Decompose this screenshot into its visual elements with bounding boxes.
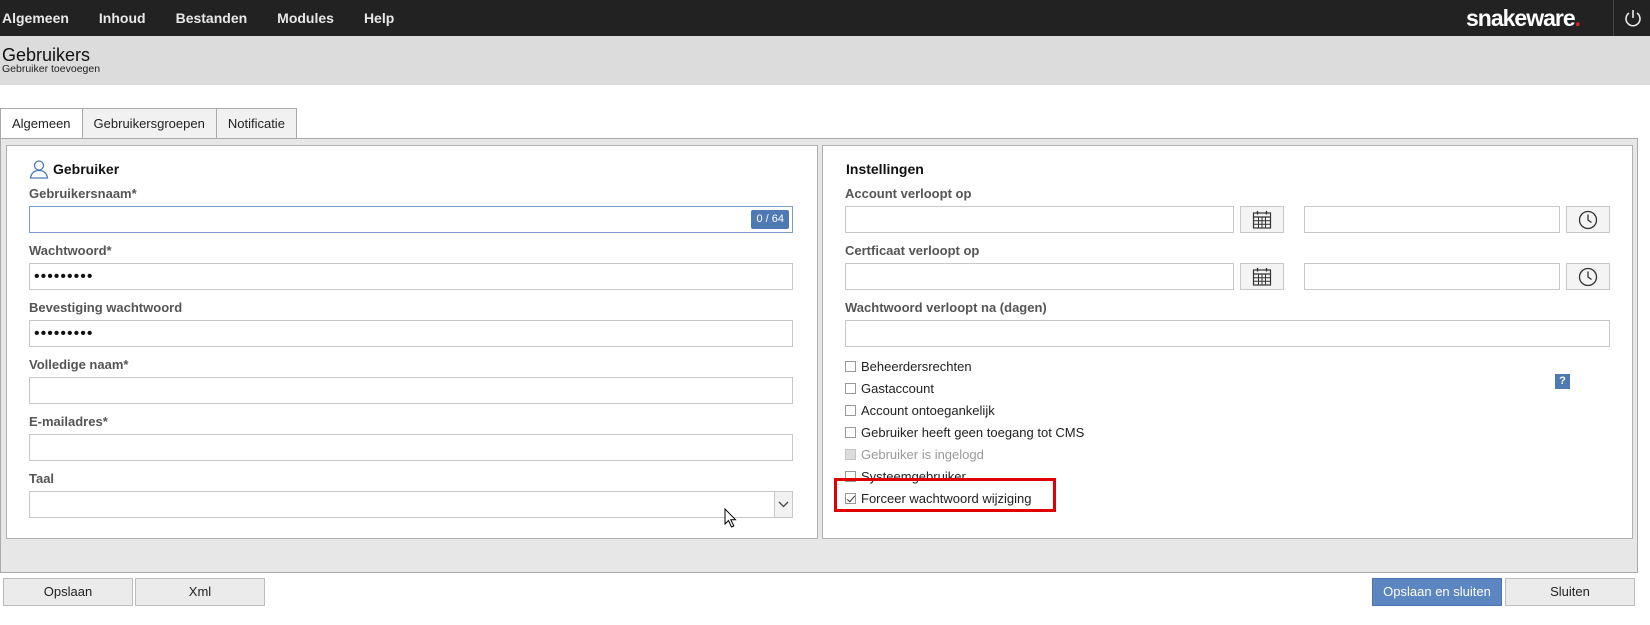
checkbox-row-ingelogd: Gebruiker is ingelogd (845, 445, 984, 463)
power-icon (1625, 10, 1641, 27)
save-button[interactable]: Opslaan (3, 578, 133, 606)
logo-text: snakeware (1466, 5, 1576, 31)
close-button[interactable]: Sluiten (1505, 578, 1635, 606)
power-button[interactable] (1613, 0, 1650, 36)
menu-item-inhoud[interactable]: Inhoud (84, 0, 161, 36)
checkbox-gastaccount[interactable] (845, 382, 856, 394)
language-label: Taal (29, 471, 55, 486)
email-field[interactable] (29, 434, 793, 461)
confirm-password-label: Bevestiging wachtwoord (29, 300, 183, 315)
username-label: Gebruikersnaam* (29, 186, 137, 201)
calendar-icon (1252, 268, 1272, 286)
user-panel-title: Gebruiker (53, 161, 120, 177)
mouse-cursor-icon (724, 508, 737, 528)
account-expires-date-button[interactable] (1240, 206, 1284, 233)
checkbox-label: Beheerdersrechten (861, 358, 972, 374)
password-expires-days-field[interactable] (845, 320, 1610, 347)
username-char-counter: 0 / 64 (751, 210, 789, 229)
clock-icon (1578, 267, 1598, 287)
menu-item-modules[interactable]: Modules (262, 0, 349, 36)
email-label: E-mailadres* (29, 414, 108, 429)
fullname-field[interactable] (29, 377, 793, 404)
password-field[interactable]: ••••••••• (29, 263, 793, 290)
password-label: Wachtwoord* (29, 243, 112, 258)
certificate-expires-time-button[interactable] (1566, 263, 1610, 290)
fullname-label: Volledige naam* (29, 357, 129, 372)
checkbox-row-geen-toegang-cms[interactable]: Gebruiker heeft geen toegang tot CMS (845, 423, 1084, 441)
menu-item-bestanden[interactable]: Bestanden (161, 0, 263, 36)
settings-panel-title: Instellingen (846, 161, 924, 177)
menu-item-algemeen[interactable]: Algemeen (0, 0, 84, 36)
main-menu: Algemeen Inhoud Bestanden Modules Help (0, 0, 409, 36)
menu-item-help[interactable]: Help (349, 0, 409, 36)
tab-gebruikersgroepen[interactable]: Gebruikersgroepen (81, 108, 217, 139)
tab-notificatie[interactable]: Notificatie (215, 108, 297, 139)
language-select[interactable] (29, 491, 793, 518)
checkbox-row-gastaccount[interactable]: Gastaccount (845, 379, 934, 397)
username-field[interactable]: 0 / 64 (29, 206, 793, 233)
checkbox-row-account-ontoegankelijk[interactable]: Account ontoegankelijk (845, 401, 995, 419)
user-panel: Gebruiker Gebruikersnaam* 0 / 64 Wachtwo… (6, 145, 818, 539)
top-navigation-bar: Algemeen Inhoud Bestanden Modules Help s… (0, 0, 1650, 36)
checkbox-label: Gastaccount (861, 380, 934, 396)
settings-panel: Instellingen Account verloopt op Certfic… (822, 145, 1633, 539)
certificate-expires-date-field[interactable] (845, 263, 1234, 290)
certificate-expires-label: Certficaat verloopt op (845, 243, 980, 258)
certificate-expires-date-button[interactable] (1240, 263, 1284, 290)
chevron-down-icon (778, 501, 789, 508)
checkbox-account-ontoegankelijk[interactable] (845, 404, 856, 416)
confirm-password-value: ••••••••• (34, 325, 94, 342)
password-expires-label: Wachtwoord verloopt na (dagen) (845, 300, 1047, 315)
certificate-expires-time-field[interactable] (1304, 263, 1560, 290)
tab-panel: Gebruiker Gebruikersnaam* 0 / 64 Wachtwo… (0, 138, 1638, 573)
xml-button[interactable]: Xml (135, 578, 265, 606)
account-expires-time-field[interactable] (1304, 206, 1560, 233)
checkbox-label: Account ontoegankelijk (861, 402, 995, 418)
snakeware-logo: snakeware. (1466, 5, 1581, 31)
account-expires-label: Account verloopt op (845, 186, 972, 201)
logo-dot: . (1574, 5, 1581, 31)
page-subtitle: Gebruiker toevoegen (2, 63, 101, 75)
password-value: ••••••••• (34, 268, 94, 285)
account-expires-date-field[interactable] (845, 206, 1234, 233)
tab-bar: Algemeen Gebruikersgroepen Notificatie (0, 108, 297, 140)
clock-icon (1578, 210, 1598, 230)
page-header: Gebruikers Gebruiker toevoegen (0, 36, 1650, 85)
account-expires-time-button[interactable] (1566, 206, 1610, 233)
checkbox-row-beheerdersrechten[interactable]: Beheerdersrechten (845, 357, 972, 375)
save-and-close-button[interactable]: Opslaan en sluiten (1372, 578, 1502, 606)
checkbox-geen-toegang-cms[interactable] (845, 426, 856, 438)
select-dropdown-button[interactable] (774, 492, 792, 517)
highlight-box (834, 478, 1056, 512)
checkbox-ingelogd (845, 448, 856, 460)
calendar-icon (1252, 211, 1272, 229)
confirm-password-field[interactable]: ••••••••• (29, 320, 793, 347)
checkbox-beheerdersrechten[interactable] (845, 360, 856, 372)
tab-algemeen[interactable]: Algemeen (0, 108, 83, 140)
user-icon (29, 160, 49, 179)
help-icon[interactable]: ? (1555, 374, 1570, 389)
checkbox-label: Gebruiker heeft geen toegang tot CMS (861, 424, 1085, 440)
checkbox-label: Gebruiker is ingelogd (861, 446, 984, 462)
